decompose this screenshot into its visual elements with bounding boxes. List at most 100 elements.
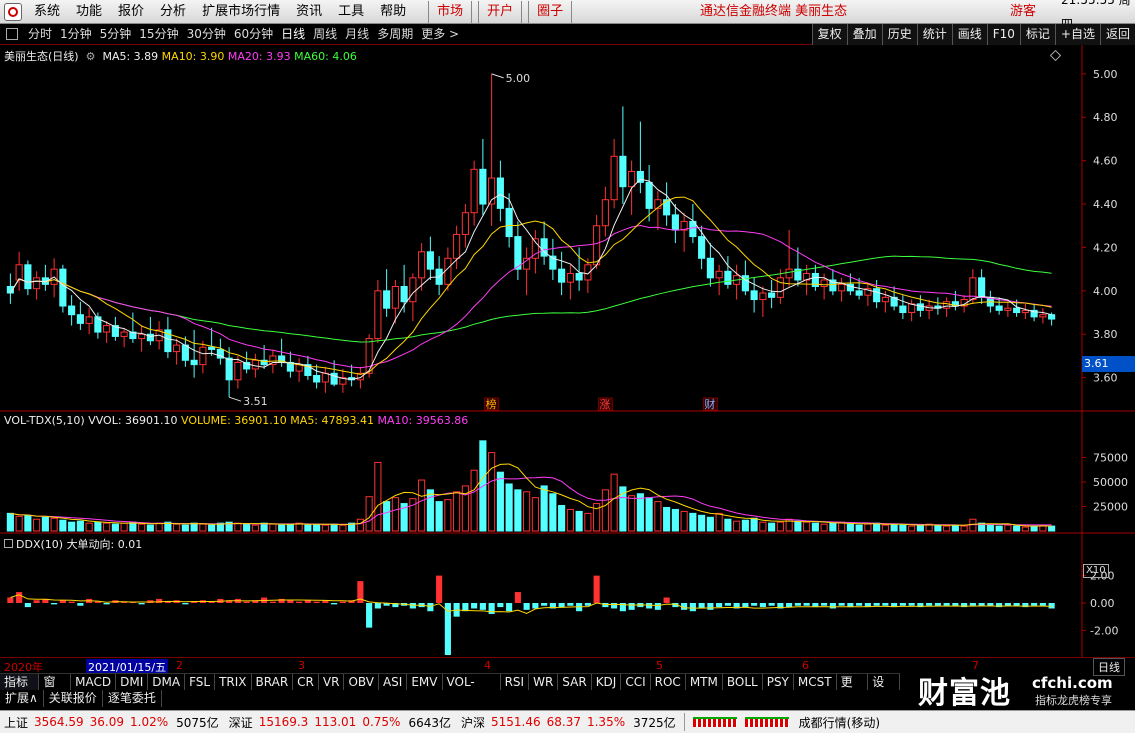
menu-extended-market[interactable]: 扩展市场行情: [194, 0, 288, 24]
menu-system[interactable]: 系统: [26, 0, 68, 24]
sz-index-amount: 6643亿: [408, 715, 451, 730]
tab-extend[interactable]: 扩展∧: [0, 690, 44, 707]
tab-order-detail[interactable]: 逐笔委托: [103, 690, 162, 707]
open-account-button[interactable]: 开户: [478, 0, 523, 23]
ddx-bar: [68, 601, 75, 603]
guest-login[interactable]: 游客: [1010, 0, 1036, 24]
indicator-tab[interactable]: BRAR: [252, 674, 294, 690]
period-60min[interactable]: 60分钟: [230, 24, 277, 44]
price-tick-label: 5.00: [1093, 68, 1118, 81]
menu-tools[interactable]: 工具: [330, 0, 372, 24]
candle-body: [103, 325, 111, 333]
menu-quote[interactable]: 报价: [110, 0, 152, 24]
indicator-tab[interactable]: MACD: [71, 674, 117, 690]
volume-bar: [278, 524, 286, 532]
indicator-tab[interactable]: DMA: [148, 674, 186, 690]
ddx-bar: [304, 600, 311, 603]
stats-button[interactable]: 统计: [916, 24, 952, 45]
history-button[interactable]: 历史: [881, 24, 917, 45]
volume-legend: VOLUME: 36901.10: [181, 414, 287, 427]
back-button[interactable]: 返回: [1099, 24, 1135, 45]
indicator-tab[interactable]: KDJ: [592, 674, 622, 690]
period-15min[interactable]: 15分钟: [135, 24, 182, 44]
circle-button[interactable]: 圈子: [528, 0, 573, 23]
low-label: 3.51: [243, 395, 268, 408]
overlay-button[interactable]: 叠加: [846, 24, 882, 45]
vol-ma10-legend: MA10: 39563.86: [377, 414, 469, 427]
volume-bar: [111, 523, 119, 532]
indicator-tab[interactable]: WR: [529, 674, 559, 690]
period-5min[interactable]: 5分钟: [96, 24, 136, 44]
add-favorite-button[interactable]: +自选: [1054, 24, 1100, 45]
indicator-tab[interactable]: VOL-TDX: [443, 674, 501, 705]
ddx-bar: [514, 592, 521, 603]
adjust-button[interactable]: 复权: [811, 24, 847, 45]
candle-body: [943, 301, 951, 309]
ddx-checkbox-icon[interactable]: [4, 539, 13, 548]
f10-button[interactable]: F10: [986, 24, 1020, 45]
indicator-tab[interactable]: TRIX: [215, 674, 252, 690]
period-daily[interactable]: 日线: [277, 24, 309, 44]
indicator-tab[interactable]: 更多: [837, 674, 869, 705]
period-multi[interactable]: 多周期: [373, 24, 417, 44]
kline-svg[interactable]: 3.60 3.80 4.00 4.20 4.40 4.60 4.80 5.00 5.00 3.51…: [0, 45, 1135, 657]
toggle-square-icon[interactable]: [6, 28, 18, 40]
candle-body: [199, 346, 207, 366]
indicator-tab[interactable]: BOLL: [723, 674, 763, 690]
period-monthly[interactable]: 月线: [341, 24, 373, 44]
menu-analysis[interactable]: 分析: [152, 0, 194, 24]
indicator-tab[interactable]: OBV: [344, 674, 379, 690]
volume-bar: [531, 497, 539, 532]
volume-bar: [916, 524, 924, 532]
mark-button[interactable]: 标记: [1019, 24, 1055, 45]
hs-index-name[interactable]: 沪深: [461, 714, 485, 731]
ddx-bar: [313, 601, 320, 603]
indicator-tab[interactable]: PSY: [763, 674, 794, 690]
candle-body: [76, 314, 84, 324]
indicator-tab[interactable]: CCI: [621, 674, 651, 690]
extension-tabs: 扩展∧ 关联报价 逐笔委托: [0, 690, 900, 707]
menu-news[interactable]: 资讯: [288, 0, 330, 24]
indicator-tab[interactable]: 设置: [868, 674, 900, 705]
indicator-tab[interactable]: ROC: [651, 674, 686, 690]
period-intraday[interactable]: 分时: [24, 24, 56, 44]
indicator-tab[interactable]: VR: [319, 674, 345, 690]
period-30min[interactable]: 30分钟: [183, 24, 230, 44]
market-button[interactable]: 市场: [428, 0, 473, 23]
ddx-bar: [243, 601, 250, 603]
ddx-bar: [786, 603, 793, 608]
menu-help[interactable]: 帮助: [372, 0, 414, 24]
ddx-bar: [51, 603, 58, 605]
settings-gear-icon[interactable]: ⚙: [82, 50, 99, 63]
ddx-bar: [1048, 603, 1055, 609]
indicator-tab[interactable]: CR: [293, 674, 319, 690]
volume-bar: [628, 495, 636, 532]
sh-index-name[interactable]: 上证: [4, 714, 28, 731]
sz-index-name[interactable]: 深证: [229, 714, 253, 731]
period-more[interactable]: 更多 >: [417, 24, 463, 44]
ddx-bar: [593, 575, 600, 603]
draw-button[interactable]: 画线: [951, 24, 987, 45]
volume-bar: [15, 515, 23, 532]
candle-body: [601, 199, 609, 227]
indicator-tab[interactable]: 指标A: [0, 674, 40, 705]
indicator-tab[interactable]: EMV: [407, 674, 443, 690]
indicator-tab[interactable]: MCST: [794, 674, 837, 690]
period-1min[interactable]: 1分钟: [56, 24, 96, 44]
indicator-tab[interactable]: SAR: [558, 674, 592, 690]
ddx-bar: [759, 603, 766, 608]
indicator-tab[interactable]: FSL: [185, 674, 216, 690]
volume-bar: [33, 518, 41, 532]
indicator-tab[interactable]: DMI: [116, 674, 149, 690]
indicator-tab[interactable]: RSI: [501, 674, 530, 690]
indicator-tab[interactable]: MTM: [686, 674, 723, 690]
indicator-tab[interactable]: ASI: [379, 674, 408, 690]
chart-area[interactable]: 3.60 3.80 4.00 4.20 4.40 4.60 4.80 5.00 5.00 3.51…: [0, 45, 1135, 657]
period-weekly[interactable]: 周线: [309, 24, 341, 44]
ddx-bar: [558, 603, 565, 608]
menu-function[interactable]: 功能: [68, 0, 110, 24]
indicator-tab[interactable]: 窗口: [39, 674, 72, 705]
ma60-legend: MA60: 4.06: [294, 50, 357, 63]
app-logo-icon[interactable]: [4, 2, 22, 21]
tab-related-quotes[interactable]: 关联报价: [44, 690, 103, 707]
